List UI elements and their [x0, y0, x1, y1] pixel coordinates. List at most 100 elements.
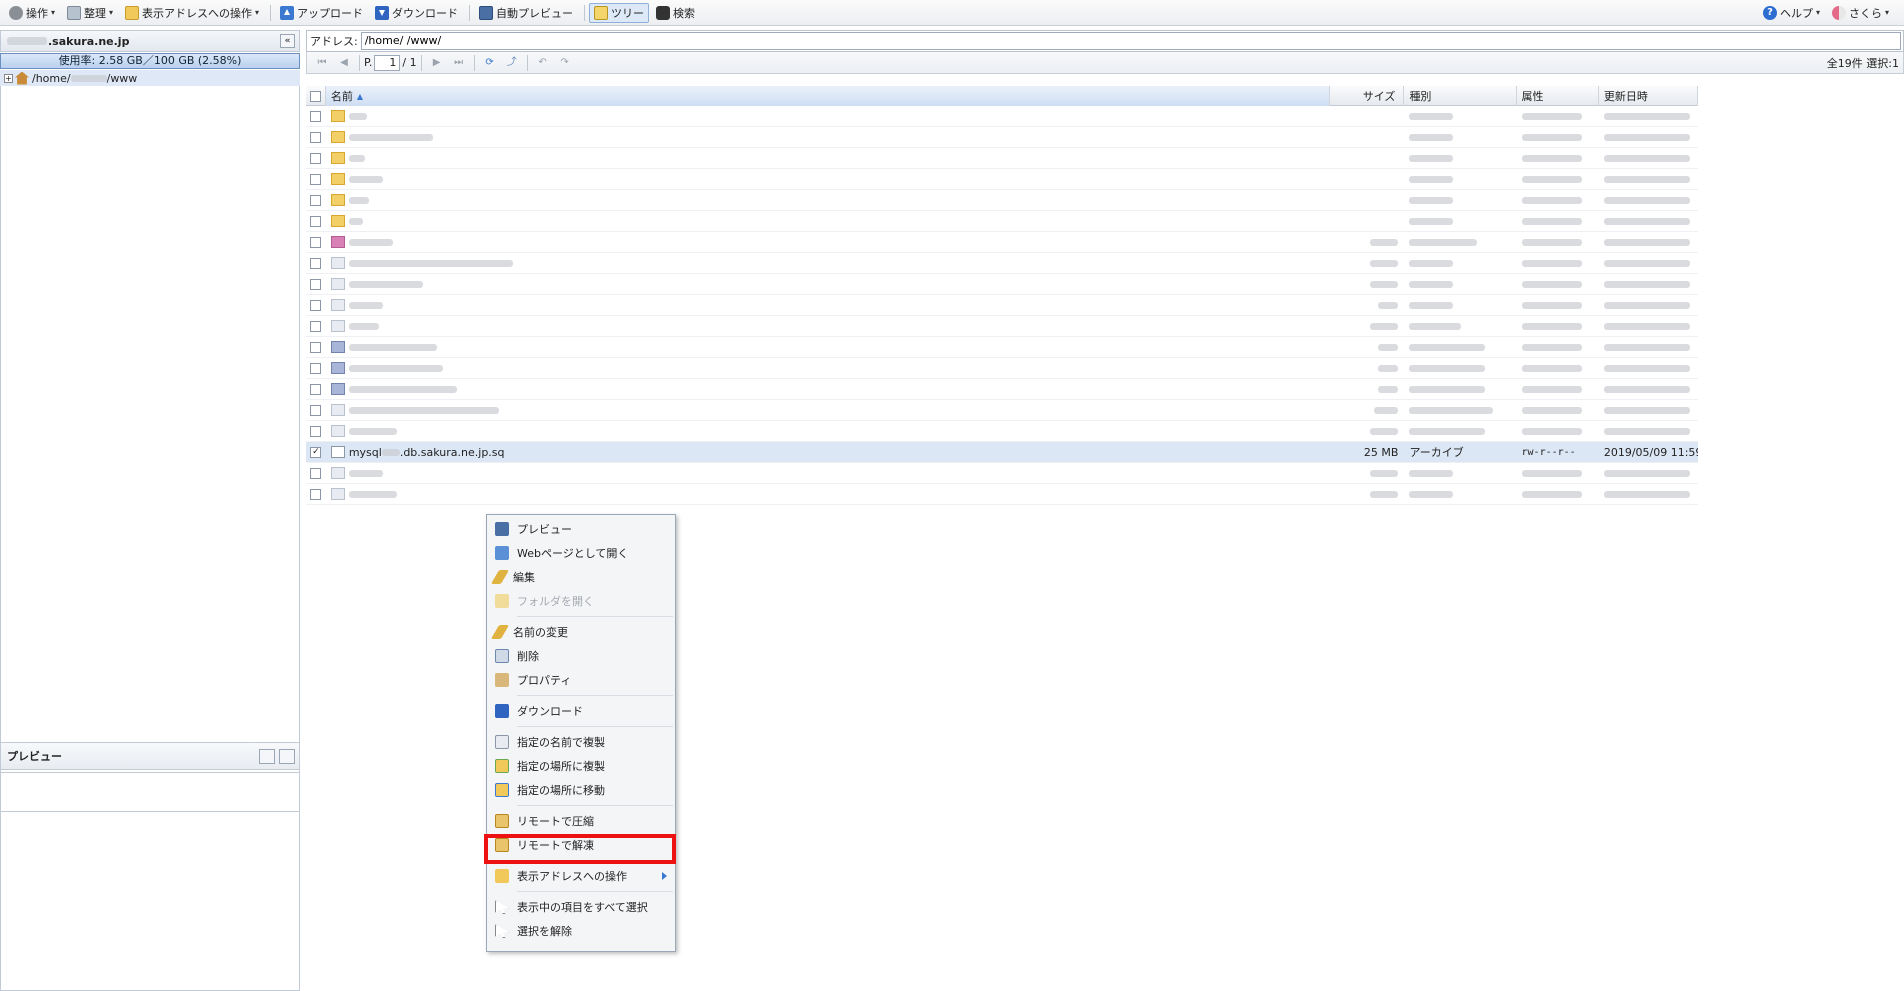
table-row[interactable]: [306, 232, 1698, 253]
pager-divider: [359, 54, 360, 71]
table-row[interactable]: [306, 253, 1698, 274]
menu-item-open-web[interactable]: Webページとして開く: [487, 541, 675, 565]
folder-tree[interactable]: [0, 86, 300, 812]
table-row[interactable]: [306, 106, 1698, 127]
table-row[interactable]: [306, 484, 1698, 505]
row-checkbox-checked[interactable]: ✓: [306, 442, 326, 463]
file-icon: [330, 257, 345, 269]
pager-bar: ⏮ ◀ P. 1 / 1 ▶ ⏭ ⟳ ⤴ ↶ ↷ 全19件 選択:1: [306, 52, 1904, 74]
pager-divider: [526, 54, 528, 71]
file-grid-header: 名前 ▲ サイズ 種別 属性 更新日時: [306, 86, 1698, 106]
user-menu-button[interactable]: さくら ▾: [1827, 3, 1894, 23]
search-button[interactable]: 検索: [651, 3, 700, 23]
download-icon: [495, 704, 509, 718]
table-row-selected[interactable]: ✓ mysql .db.sakura.ne.jp.sq 25 MB アーカイブ r…: [306, 442, 1698, 463]
table-row[interactable]: [306, 274, 1698, 295]
prev-page-icon[interactable]: ◀: [338, 57, 350, 69]
menu-item-rename[interactable]: 名前の変更: [487, 620, 675, 644]
file-name-cell[interactable]: mysql .db.sakura.ne.jp.sq: [326, 442, 1330, 463]
table-row[interactable]: [306, 337, 1698, 358]
download-icon: [375, 5, 390, 20]
menu-item-copy-place[interactable]: 指定の場所に複製: [487, 754, 675, 778]
menu-item-address-ops[interactable]: 表示アドレスへの操作: [487, 864, 675, 888]
menu-item-preview[interactable]: プレビュー: [487, 517, 675, 541]
open-preview-button[interactable]: [279, 749, 295, 764]
tree-toggle-button[interactable]: ツリー: [589, 2, 650, 23]
column-date[interactable]: 更新日時: [1599, 86, 1698, 106]
menu-item-select-all[interactable]: 表示中の項目をすべて選択: [487, 895, 675, 919]
folder-icon: [330, 152, 345, 164]
help-icon: ?: [1762, 5, 1777, 20]
menu-item-properties[interactable]: プロパティ: [487, 668, 675, 692]
menu-item-download[interactable]: ダウンロード: [487, 699, 675, 723]
menu-item-deselect[interactable]: 選択を解除: [487, 919, 675, 943]
folder-icon: [330, 215, 345, 227]
column-attr[interactable]: 属性: [1517, 86, 1599, 106]
tree-item-www[interactable]: + /home//www: [0, 70, 300, 86]
upload-button[interactable]: アップロード: [275, 3, 368, 23]
column-name[interactable]: 名前 ▲: [325, 86, 1330, 106]
table-row[interactable]: [306, 316, 1698, 337]
table-row[interactable]: [306, 421, 1698, 442]
page-number-input[interactable]: 1: [374, 54, 401, 71]
file-icon: [330, 404, 345, 416]
move-to-folder-icon: [495, 783, 509, 797]
parent-folder-icon[interactable]: ⤴: [506, 57, 518, 69]
expand-icon[interactable]: +: [4, 73, 13, 83]
menu-divider: [517, 805, 673, 806]
table-row[interactable]: [306, 379, 1698, 400]
column-size[interactable]: サイズ: [1330, 86, 1405, 106]
table-row[interactable]: [306, 148, 1698, 169]
first-page-icon[interactable]: ⏮: [316, 57, 328, 69]
menu-item-delete[interactable]: 削除: [487, 644, 675, 668]
toolbar-divider: [469, 4, 471, 21]
menu-item-copy-name[interactable]: 指定の名前で複製: [487, 730, 675, 754]
edit-preview-button[interactable]: [259, 749, 275, 764]
last-page-icon[interactable]: ⏭: [453, 57, 465, 69]
web-page-icon: [495, 546, 509, 560]
address-ops-menu-button[interactable]: 表示アドレスへの操作 ▾: [120, 3, 264, 23]
menu-item-edit[interactable]: 編集: [487, 565, 675, 589]
table-row[interactable]: [306, 295, 1698, 316]
table-row[interactable]: [306, 463, 1698, 484]
table-row[interactable]: [306, 358, 1698, 379]
table-row[interactable]: [306, 127, 1698, 148]
script-file-icon: [330, 362, 345, 374]
download-button[interactable]: ダウンロード: [370, 3, 463, 23]
table-row[interactable]: [306, 400, 1698, 421]
help-menu-button[interactable]: ? ヘルプ ▾: [1758, 3, 1825, 23]
pencil-icon: [490, 570, 510, 584]
cursor-icon: [495, 924, 509, 938]
next-page-icon[interactable]: ▶: [431, 57, 443, 69]
submenu-arrow-icon: [662, 872, 667, 880]
table-row[interactable]: [306, 190, 1698, 211]
menu-item-move-place[interactable]: 指定の場所に移動: [487, 778, 675, 802]
table-row[interactable]: [306, 211, 1698, 232]
file-icon: [330, 320, 345, 332]
column-type[interactable]: 種別: [1404, 86, 1517, 106]
address-input[interactable]: /home/ /www/: [360, 32, 1901, 50]
properties-icon: [495, 673, 509, 687]
menu-divider: [517, 891, 673, 892]
menu-item-remote-compress[interactable]: リモートで圧縮: [487, 809, 675, 833]
refresh-icon[interactable]: ⟳: [484, 57, 496, 69]
collapse-panel-button[interactable]: «: [280, 34, 295, 48]
table-row[interactable]: [306, 169, 1698, 190]
folder-icon: [495, 594, 509, 608]
operate-menu-button[interactable]: 操作 ▾: [4, 3, 60, 23]
select-all-checkbox[interactable]: [306, 86, 326, 106]
auto-preview-button[interactable]: 自動プレビュー: [474, 3, 578, 23]
copy-icon: [495, 735, 509, 749]
pager-divider: [420, 54, 422, 71]
home-folder-icon: [15, 71, 29, 85]
script-file-icon: [330, 383, 345, 395]
organize-menu-button[interactable]: 整理 ▾: [62, 3, 118, 23]
back-icon[interactable]: ↶: [537, 57, 549, 69]
forward-icon[interactable]: ↷: [559, 57, 571, 69]
host-prefix-redacted: [7, 37, 47, 45]
user-redacted: [70, 74, 107, 82]
monitor-icon: [479, 5, 494, 20]
toolbar-divider: [270, 4, 272, 21]
menu-divider: [517, 616, 673, 617]
preview-area: [0, 772, 300, 991]
